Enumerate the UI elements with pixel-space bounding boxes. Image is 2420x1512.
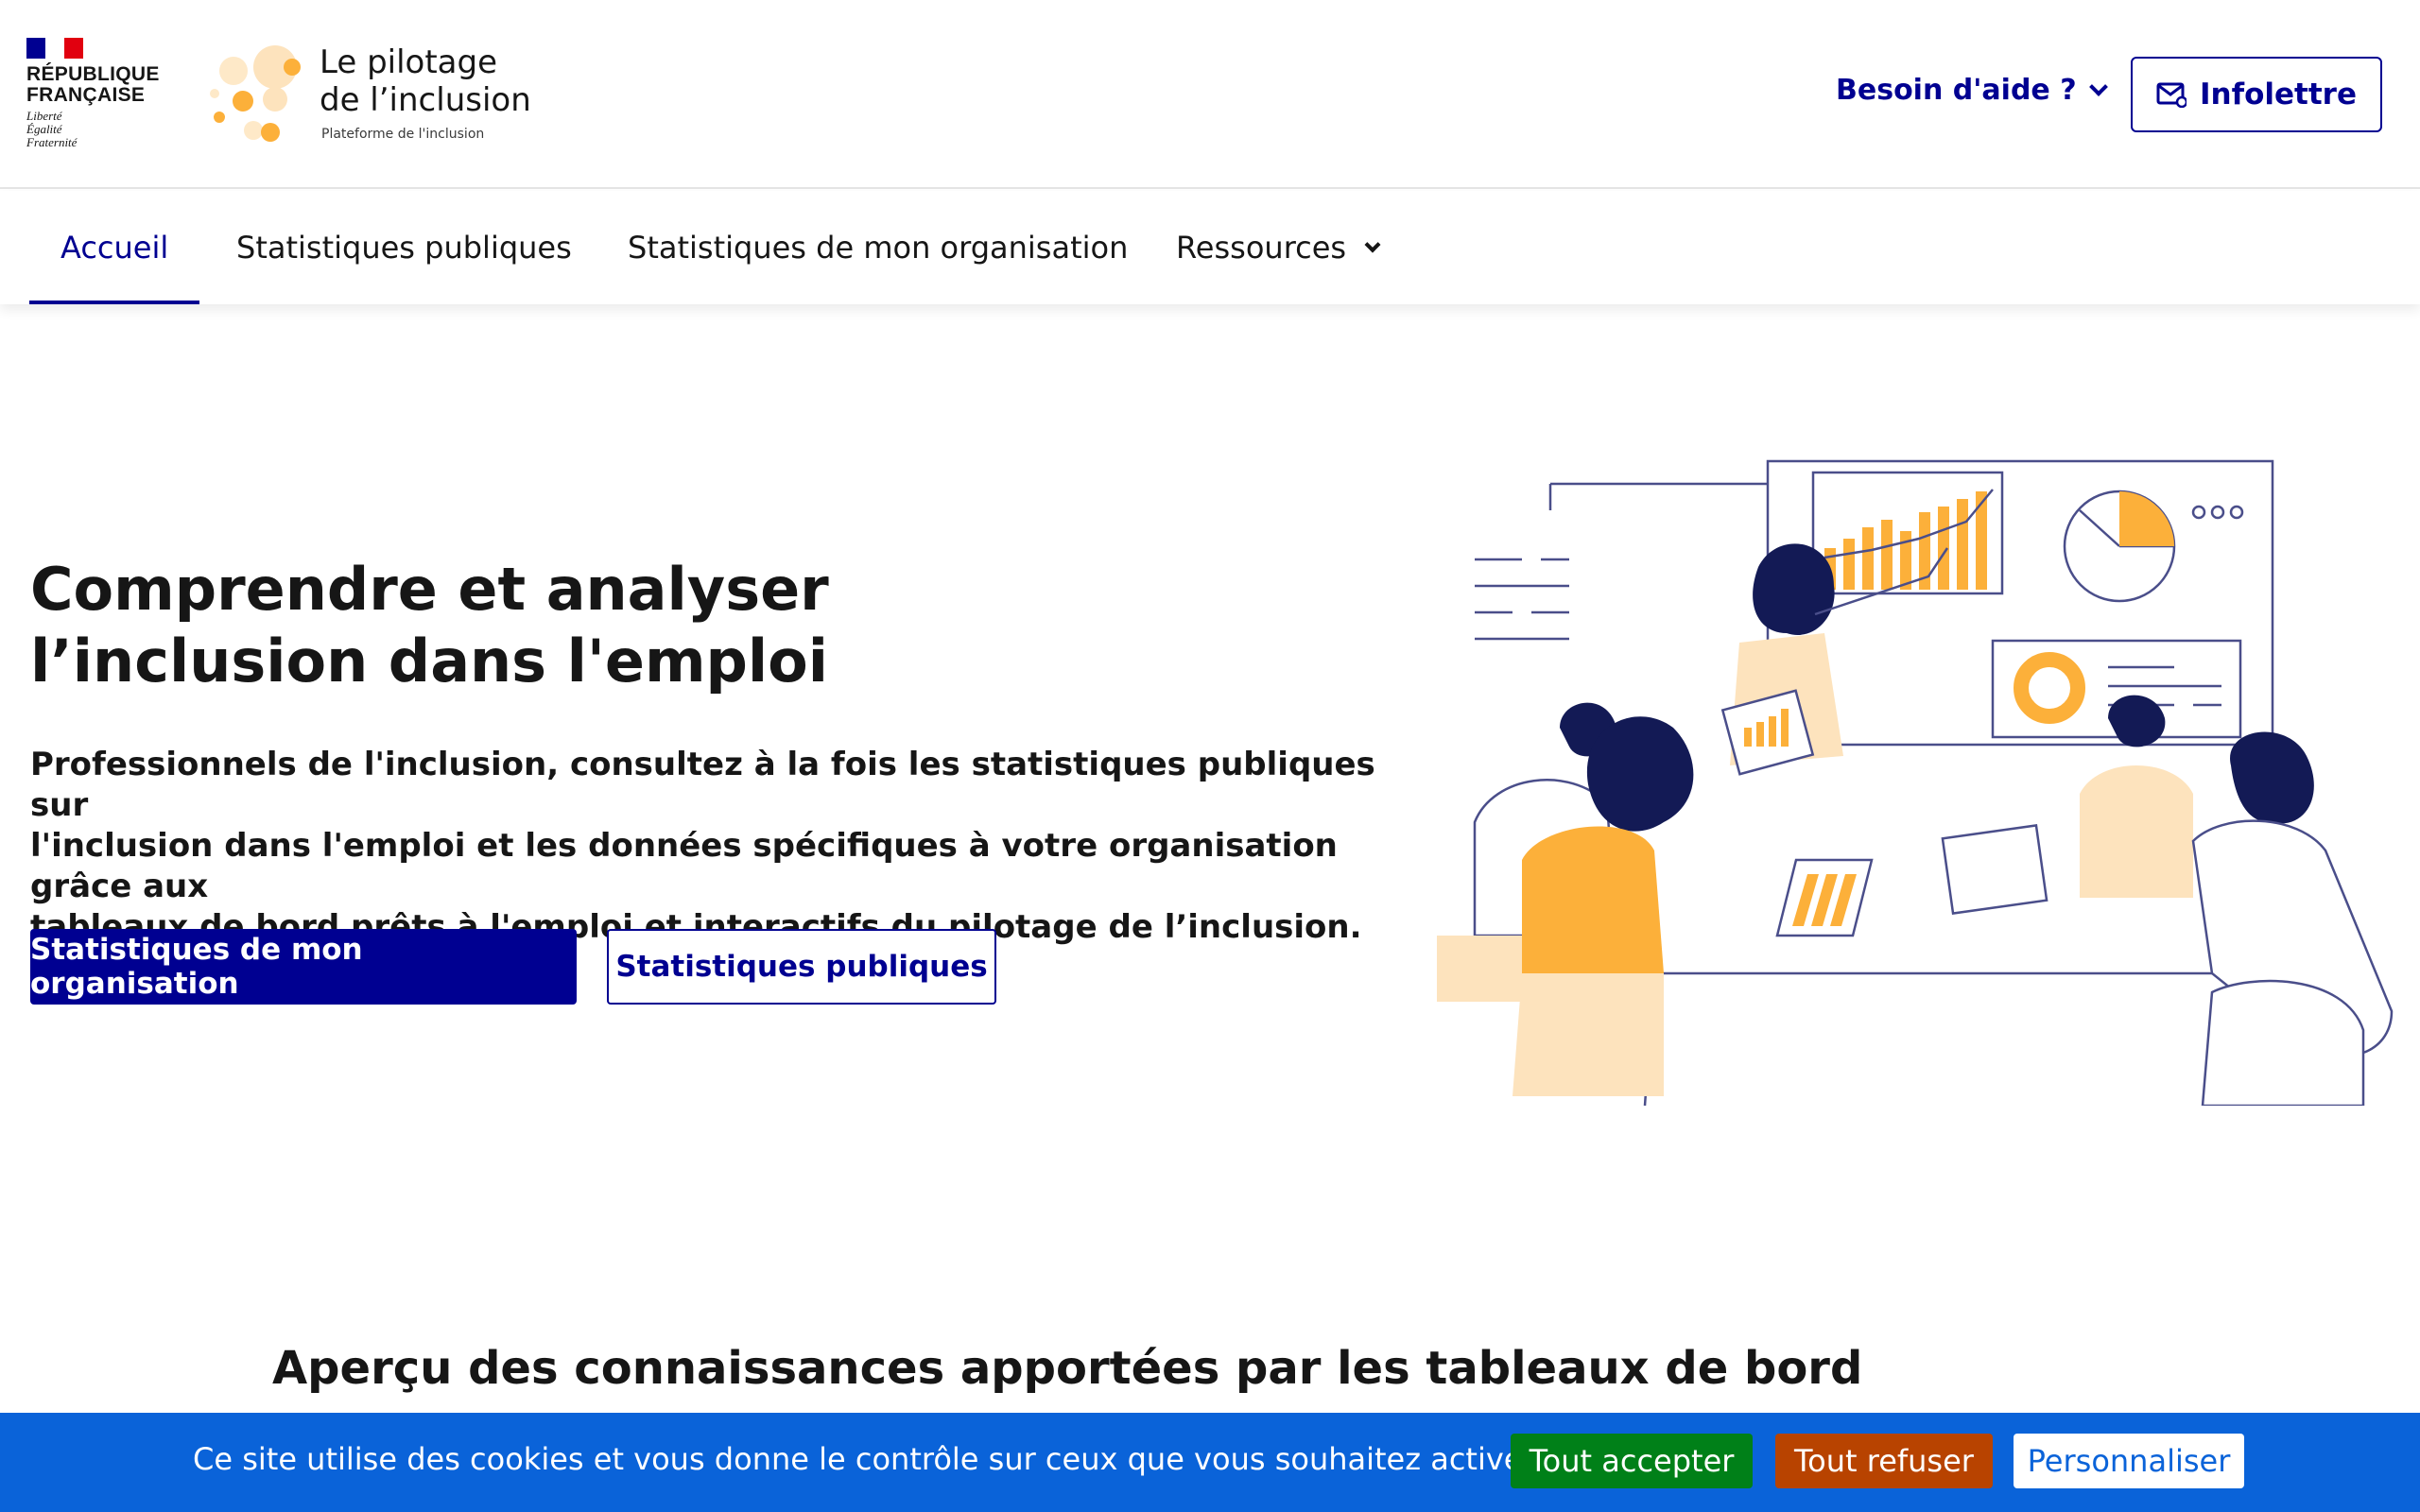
- chevron-down-icon: [2088, 77, 2108, 96]
- french-flag-icon: [26, 38, 83, 59]
- brand-logo-dots-icon[interactable]: [210, 42, 304, 147]
- hero-title-line1: Comprendre et analyser: [30, 555, 829, 624]
- nav-item-label: Ressources: [1176, 230, 1347, 266]
- nav-item-label: Accueil: [60, 230, 169, 266]
- my-organisation-stats-button[interactable]: Statistiques de mon organisation: [30, 929, 577, 1005]
- refuse-all-cookies-button[interactable]: Tout refuser: [1775, 1434, 1993, 1488]
- section-title: Aperçu des connaissances apportées par l…: [272, 1342, 1863, 1395]
- hero-description: Professionnels de l'inclusion, consultez…: [30, 745, 1392, 948]
- brand-subtitle: Plateforme de l'inclusion: [321, 127, 485, 142]
- accept-all-cookies-button[interactable]: Tout accepter: [1511, 1434, 1753, 1488]
- hero-title: Comprendre et analyser l’inclusion dans …: [30, 554, 1259, 697]
- nav-item-accueil[interactable]: Accueil: [28, 191, 200, 304]
- customize-cookies-button[interactable]: Personnaliser: [2014, 1434, 2244, 1488]
- newsletter-label: Infolettre: [2200, 77, 2357, 112]
- newsletter-button[interactable]: Infolettre: [2131, 57, 2382, 132]
- republic-name-line1: RÉPUBLIQUE: [26, 63, 160, 85]
- brand-title[interactable]: Le pilotage de l’inclusion: [320, 43, 531, 119]
- hero-description-line2: l'inclusion dans l'emploi et les données…: [30, 827, 1338, 905]
- help-dropdown-button[interactable]: Besoin d'aide ?: [1836, 74, 2108, 107]
- cookie-banner-text: Ce site utilise des cookies et vous donn…: [193, 1441, 1535, 1477]
- republic-motto: Liberté Égalité Fraternité: [26, 110, 168, 149]
- help-label: Besoin d'aide ?: [1836, 74, 2077, 107]
- motto-line3: Fraternité: [26, 135, 78, 149]
- nav-item-statistiques-publiques[interactable]: Statistiques publiques: [236, 191, 572, 304]
- motto-line2: Égalité: [26, 122, 62, 136]
- nav-item-label: Statistiques publiques: [236, 230, 572, 266]
- chevron-down-icon: [1364, 236, 1381, 253]
- nav-item-statistiques-organisation[interactable]: Statistiques de mon organisation: [628, 191, 1128, 304]
- republique-francaise-logo[interactable]: RÉPUBLIQUE FRANÇAISE Liberté Égalité Fra…: [26, 38, 168, 149]
- hero-description-line1: Professionnels de l'inclusion, consultez…: [30, 746, 1375, 824]
- republic-name-line2: FRANÇAISE: [26, 84, 146, 106]
- site-header: RÉPUBLIQUE FRANÇAISE Liberté Égalité Fra…: [0, 0, 2420, 189]
- team-analytics-illustration: [1437, 459, 2394, 1106]
- bar-chart-icon: [1824, 491, 1987, 590]
- republic-name: RÉPUBLIQUE FRANÇAISE: [26, 64, 168, 106]
- public-stats-button[interactable]: Statistiques publiques: [607, 929, 996, 1005]
- cookie-banner: Ce site utilise des cookies et vous donn…: [0, 1413, 2420, 1512]
- brand-title-line2: de l’inclusion: [320, 81, 531, 119]
- envelope-icon: [2156, 82, 2187, 108]
- main-navigation: Accueil Statistiques publiques Statistiq…: [0, 191, 2420, 304]
- motto-line1: Liberté: [26, 109, 62, 123]
- hero-title-line2: l’inclusion dans l'emploi: [30, 627, 829, 696]
- nav-item-label: Statistiques de mon organisation: [628, 230, 1129, 266]
- brand-title-line1: Le pilotage: [320, 43, 498, 81]
- nav-item-ressources[interactable]: Ressources: [1176, 191, 1381, 304]
